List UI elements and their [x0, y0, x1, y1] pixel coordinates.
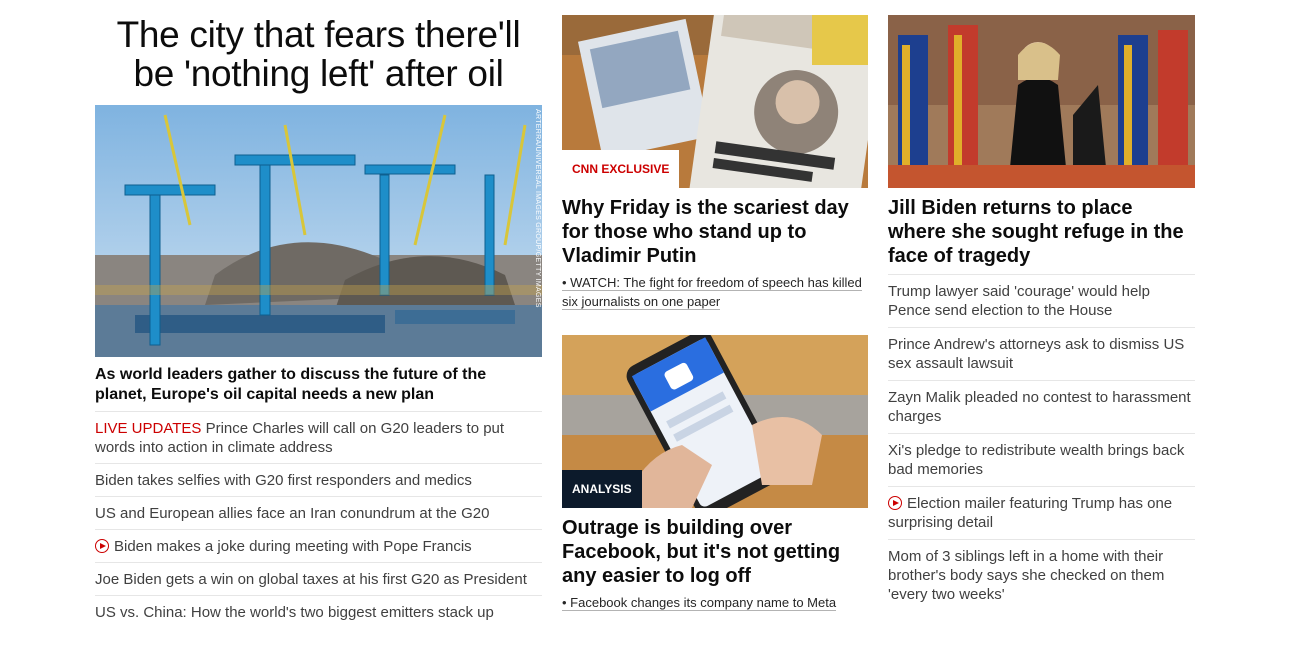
lead-story-title[interactable]: As world leaders gather to discuss the f…: [95, 357, 542, 405]
story-subhead: • Facebook changes its company name to M…: [562, 593, 868, 612]
image-credit: ARTERRA/UNIVERSAL IMAGES GROUP/GETTY IMA…: [534, 109, 541, 308]
lead-headline[interactable]: The city that fears there'll be 'nothing…: [95, 0, 542, 93]
list-item[interactable]: Joe Biden gets a win on global taxes at …: [95, 562, 542, 595]
middle-column: CNN EXCLUSIVE Why Friday is the scariest…: [562, 0, 868, 612]
list-item[interactable]: US and European allies face an Iran conu…: [95, 496, 542, 529]
list-item[interactable]: Biden makes a joke during meeting with P…: [95, 529, 542, 562]
jill-biden-image[interactable]: [888, 15, 1195, 188]
list-item[interactable]: Trump lawyer said 'courage' would help P…: [888, 274, 1195, 327]
facebook-phone-image[interactable]: ANALYSIS: [562, 335, 868, 508]
analysis-label: ANALYSIS: [562, 470, 642, 508]
exclusive-label: CNN EXCLUSIVE: [562, 150, 680, 188]
list-item[interactable]: Biden takes selfies with G20 first respo…: [95, 463, 542, 496]
story-title[interactable]: Outrage is building over Facebook, but i…: [562, 508, 868, 588]
video-play-icon: [888, 496, 902, 510]
list-item[interactable]: Mom of 3 siblings left in a home with th…: [888, 539, 1195, 611]
meta-link[interactable]: • Facebook changes its company name to M…: [562, 595, 837, 611]
video-play-icon: [95, 539, 109, 553]
port-cranes-image[interactable]: ARTERRA/UNIVERSAL IMAGES GROUP/GETTY IMA…: [95, 105, 542, 357]
list-item[interactable]: LIVE UPDATES Prince Charles will call on…: [95, 411, 542, 463]
list-item[interactable]: Election mailer featuring Trump has one …: [888, 486, 1195, 539]
list-item[interactable]: Prince Andrew's attorneys ask to dismiss…: [888, 327, 1195, 380]
story-subhead: • WATCH: The fight for freedom of speech…: [562, 273, 868, 311]
list-item[interactable]: Zayn Malik pleaded no contest to harassm…: [888, 380, 1195, 433]
story-title[interactable]: Jill Biden returns to place where she so…: [888, 188, 1195, 268]
list-item[interactable]: Xi's pledge to redistribute wealth bring…: [888, 433, 1195, 486]
live-updates-label: LIVE UPDATES: [95, 420, 202, 437]
story-title[interactable]: Why Friday is the scariest day for those…: [562, 188, 868, 268]
list-item[interactable]: US vs. China: How the world's two bigges…: [95, 595, 542, 628]
right-related-list: Trump lawyer said 'courage' would help P…: [888, 274, 1195, 611]
newspapers-image[interactable]: CNN EXCLUSIVE: [562, 15, 868, 188]
lead-column: The city that fears there'll be 'nothing…: [95, 0, 542, 628]
lead-related-list: LIVE UPDATES Prince Charles will call on…: [95, 411, 542, 628]
watch-link[interactable]: • WATCH: The fight for freedom of speech…: [562, 275, 862, 310]
right-column: Jill Biden returns to place where she so…: [888, 0, 1195, 611]
